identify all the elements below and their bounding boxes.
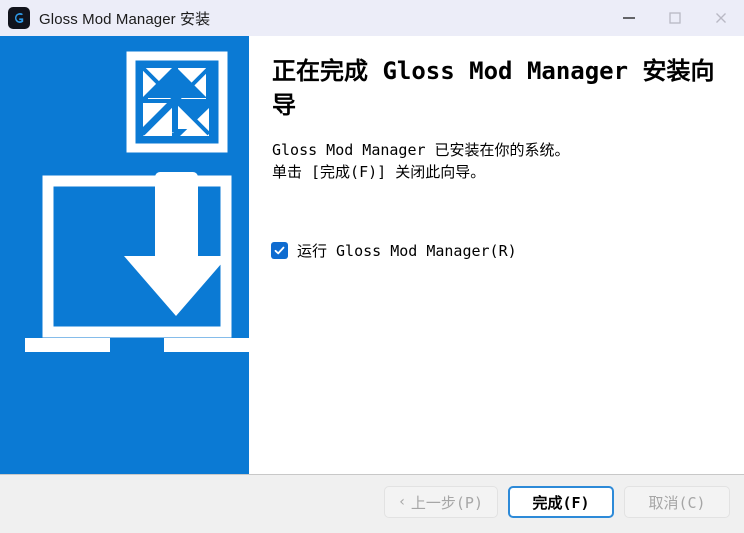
minimize-button[interactable] — [606, 0, 652, 36]
run-app-label: 运行 Gloss Mod Manager(R) — [297, 242, 517, 260]
title-bar: Gloss Mod Manager 安装 — [0, 0, 744, 36]
back-button-label: 上一步(P) — [410, 493, 483, 512]
cancel-button-label: 取消(C) — [648, 493, 706, 512]
close-button[interactable] — [698, 0, 744, 36]
wizard-content: 正在完成 Gloss Mod Manager 安装向导 Gloss Mod Ma… — [249, 36, 744, 474]
footer-button-group: ‹ 上一步(P) 完成(F) 取消(C) — [384, 486, 730, 518]
finish-button[interactable]: 完成(F) — [508, 486, 614, 518]
page-description: Gloss Mod Manager 已安装在你的系统。 单击 [完成(F)] 关… — [272, 141, 570, 181]
run-app-option[interactable]: 运行 Gloss Mod Manager(R) — [271, 240, 517, 261]
window-controls — [606, 0, 744, 36]
installer-window: Gloss Mod Manager 安装 正在完成 Gloss Mod Mana… — [0, 0, 744, 533]
page-title: 正在完成 Gloss Mod Manager 安装向导 — [272, 57, 715, 119]
cancel-button[interactable]: 取消(C) — [624, 486, 730, 518]
finish-button-label: 完成(F) — [532, 493, 590, 512]
wizard-sidebar — [0, 36, 249, 474]
run-app-checkbox[interactable] — [271, 242, 288, 259]
gloss-g-icon — [8, 7, 30, 29]
back-button[interactable]: ‹ 上一步(P) — [384, 486, 498, 518]
wizard-footer: ‹ 上一步(P) 完成(F) 取消(C) — [0, 475, 744, 533]
window-title: Gloss Mod Manager 安装 — [39, 10, 211, 28]
chevron-left-icon: ‹ — [399, 494, 405, 510]
sidebar-artwork — [0, 36, 249, 474]
maximize-button[interactable] — [652, 0, 698, 36]
